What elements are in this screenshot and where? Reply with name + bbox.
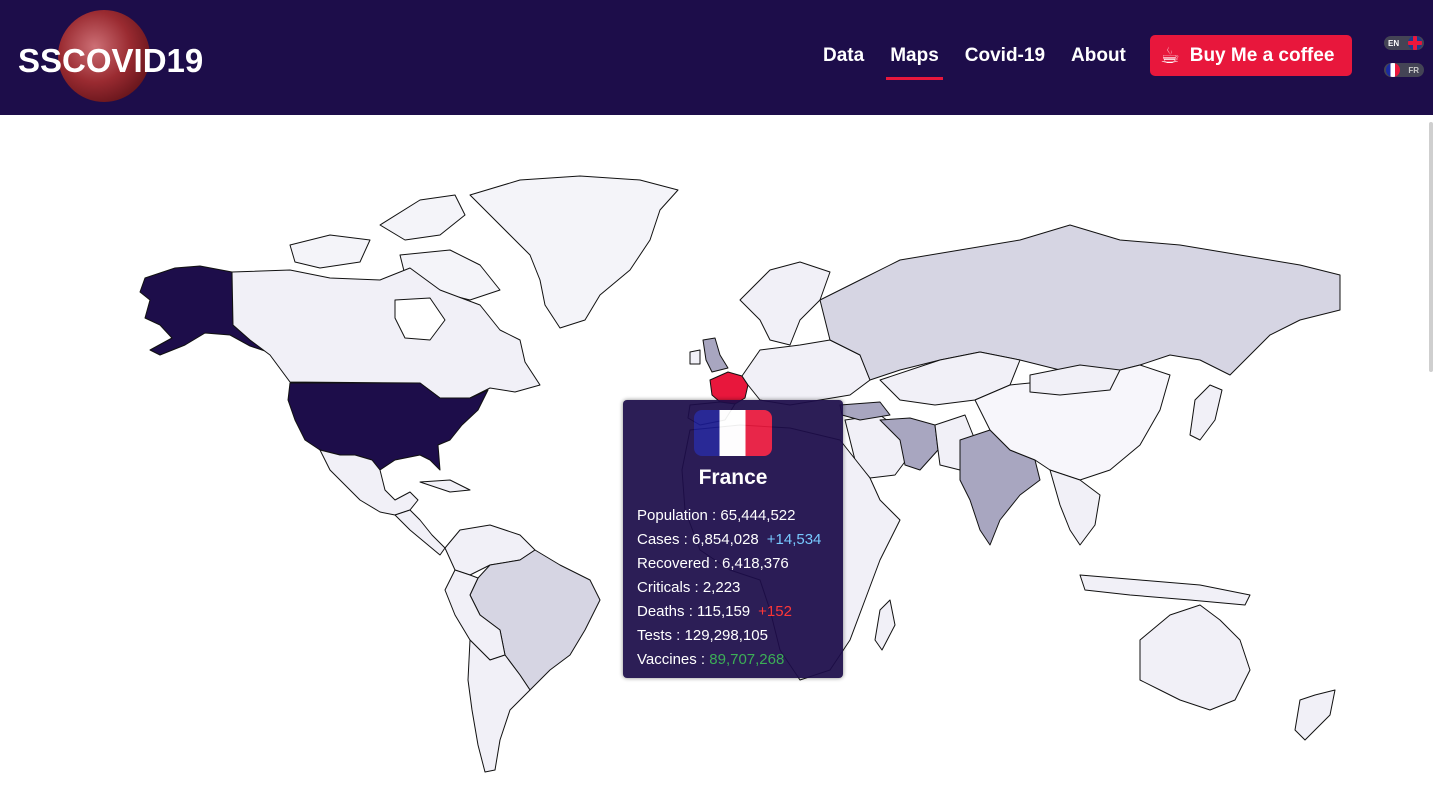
- country-russia[interactable]: [819, 224, 1341, 381]
- top-header: SSCOVID19 Data Maps Covid-19 About ☕ Buy…: [0, 0, 1433, 115]
- tests-label: Tests :: [637, 627, 685, 644]
- language-en-toggle[interactable]: EN: [1384, 36, 1424, 50]
- criticals-value: 2,223: [702, 579, 741, 596]
- cases-value: 6,854,028: [692, 531, 759, 548]
- site-logo[interactable]: SSCOVID19: [14, 8, 203, 104]
- deaths-value: 115,159: [697, 603, 751, 620]
- vaccines-label: Vaccines :: [637, 651, 710, 668]
- country-uk[interactable]: [702, 337, 729, 373]
- country-ireland[interactable]: [689, 349, 701, 365]
- language-fr-label: FR: [1408, 65, 1419, 75]
- cases-delta: +14,534: [766, 531, 822, 548]
- country-japan[interactable]: [1189, 384, 1223, 441]
- tooltip-vaccines-row: Vaccines : 89,707,268: [637, 651, 784, 669]
- country-central-america[interactable]: [394, 509, 446, 556]
- deaths-label: Deaths :: [637, 603, 698, 620]
- tooltip-recovered-row: Recovered : 6,418,376: [637, 555, 789, 573]
- tooltip-deaths-row: Deaths : 115,159 +152: [637, 603, 792, 621]
- tests-value: 129,298,105: [684, 627, 768, 644]
- criticals-label: Criticals :: [637, 579, 703, 596]
- france-flag-icon: [694, 410, 772, 456]
- population-label: Population :: [637, 507, 721, 524]
- recovered-label: Recovered :: [637, 555, 723, 572]
- country-cuba[interactable]: [419, 479, 471, 493]
- country-se-asia[interactable]: [1049, 469, 1101, 546]
- country-canada-islands[interactable]: [379, 194, 466, 241]
- country-scandinavia[interactable]: [739, 261, 831, 346]
- tooltip-population-row: Population : 65,444,522: [637, 507, 795, 525]
- country-tooltip: France Population : 65,444,522 Cases : 6…: [623, 400, 843, 678]
- tooltip-criticals-row: Criticals : 2,223: [637, 579, 740, 597]
- coffee-label: Buy Me a coffee: [1189, 44, 1335, 66]
- logo-text: SSCOVID19: [18, 42, 204, 79]
- country-canada-islands-2[interactable]: [289, 234, 371, 269]
- nav-item-about[interactable]: About: [1058, 36, 1139, 80]
- nav-item-covid19[interactable]: Covid-19: [952, 36, 1058, 80]
- tooltip-country-name: France: [698, 466, 768, 489]
- country-australia[interactable]: [1139, 604, 1251, 711]
- france-flag-icon: [1386, 63, 1400, 77]
- deaths-delta: +152: [758, 603, 792, 620]
- country-madagascar[interactable]: [874, 599, 896, 651]
- uk-flag-icon: [1408, 36, 1422, 50]
- country-new-zealand[interactable]: [1294, 689, 1336, 741]
- nav-item-data[interactable]: Data: [810, 36, 877, 80]
- vaccines-value: 89,707,268: [709, 651, 785, 668]
- main-nav: Data Maps Covid-19 About: [810, 36, 1139, 80]
- tooltip-cases-row: Cases : 6,854,028 +14,534: [637, 531, 821, 549]
- buy-me-a-coffee-button[interactable]: ☕ Buy Me a coffee: [1150, 35, 1352, 76]
- cases-label: Cases :: [637, 531, 693, 548]
- nav-item-maps[interactable]: Maps: [877, 36, 952, 80]
- language-fr-toggle[interactable]: FR: [1384, 63, 1424, 77]
- country-mongolia[interactable]: [1029, 364, 1121, 396]
- language-en-label: EN: [1388, 38, 1400, 48]
- population-value: 65,444,522: [720, 507, 796, 524]
- country-indonesia[interactable]: [1079, 574, 1251, 606]
- coffee-cup-icon: ☕: [1160, 42, 1180, 68]
- recovered-value: 6,418,376: [722, 555, 789, 572]
- page-scrollbar[interactable]: [1429, 122, 1433, 372]
- tooltip-tests-row: Tests : 129,298,105: [637, 627, 768, 645]
- country-mexico[interactable]: [319, 449, 419, 516]
- country-greenland[interactable]: [469, 175, 679, 329]
